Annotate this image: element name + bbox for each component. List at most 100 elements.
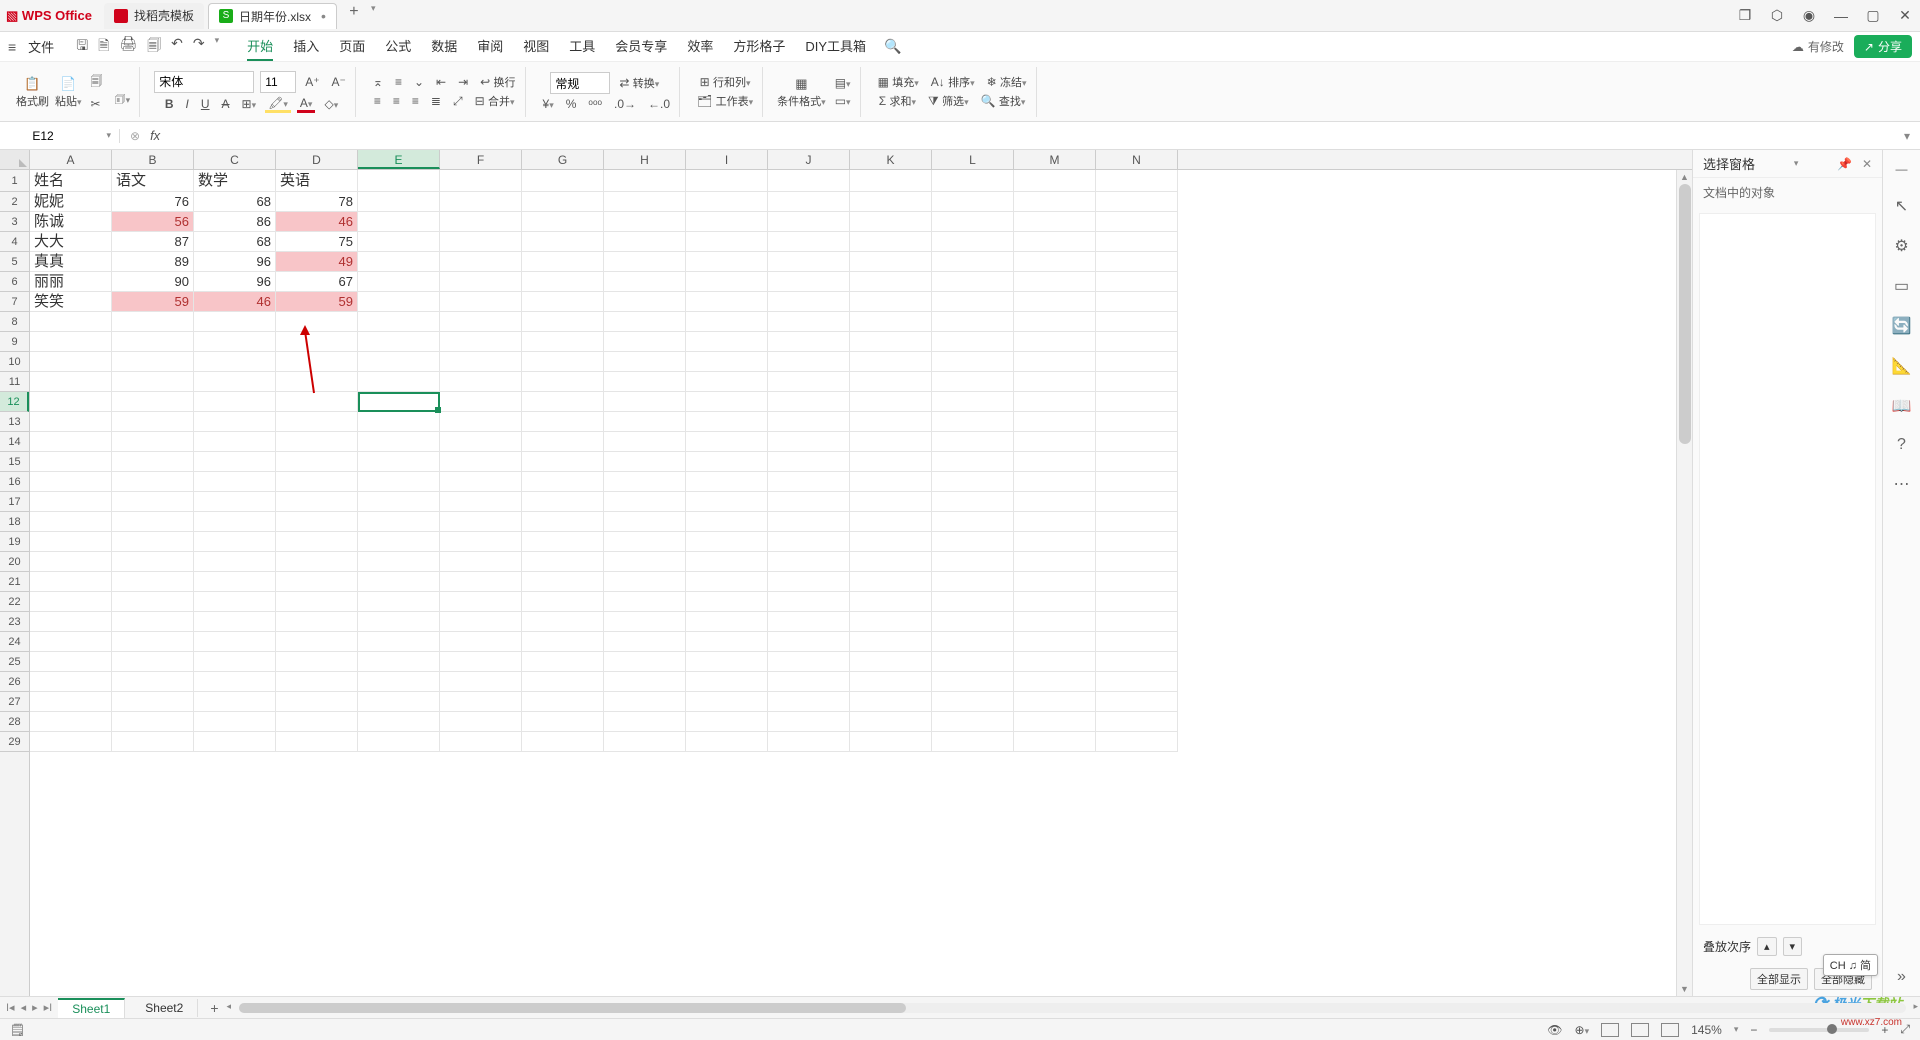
cell[interactable] [604, 412, 686, 432]
cell[interactable] [1014, 212, 1096, 232]
rail-collapse-icon[interactable]: » [1897, 968, 1906, 986]
cell[interactable] [1014, 552, 1096, 572]
zoom-slider[interactable] [1769, 1028, 1869, 1032]
cell[interactable] [1096, 352, 1178, 372]
cell[interactable] [194, 552, 276, 572]
cell[interactable] [440, 292, 522, 312]
cell[interactable] [768, 332, 850, 352]
cell[interactable] [686, 352, 768, 372]
cell[interactable] [850, 212, 932, 232]
cell[interactable] [1096, 232, 1178, 252]
cell[interactable] [932, 192, 1014, 212]
row-head-17[interactable]: 17 [0, 492, 29, 512]
cell[interactable]: 89 [112, 252, 194, 272]
name-box[interactable]: ▾ [0, 129, 120, 143]
clipboard-dropdown[interactable]: 🗊▾ [112, 90, 134, 111]
cell[interactable] [768, 652, 850, 672]
cell[interactable] [194, 672, 276, 692]
row-head-21[interactable]: 21 [0, 572, 29, 592]
cut-icon[interactable]: ✂ [88, 97, 106, 111]
col-head-I[interactable]: I [686, 150, 768, 169]
filter-icon[interactable]: ⧩ 筛选▾ [925, 93, 972, 109]
cell[interactable] [440, 332, 522, 352]
cell[interactable] [932, 732, 1014, 752]
cell[interactable] [604, 592, 686, 612]
cell[interactable] [358, 532, 440, 552]
cell[interactable] [768, 672, 850, 692]
cell[interactable] [1014, 512, 1096, 532]
cell[interactable] [522, 652, 604, 672]
cell[interactable] [1014, 170, 1096, 192]
cell[interactable] [686, 170, 768, 192]
copy-icon[interactable]: 🗐 [88, 72, 106, 93]
cell[interactable] [194, 372, 276, 392]
cell[interactable] [440, 632, 522, 652]
cell[interactable] [112, 672, 194, 692]
cell[interactable] [522, 272, 604, 292]
cell[interactable] [194, 332, 276, 352]
cell[interactable] [1096, 292, 1178, 312]
cell[interactable] [1096, 612, 1178, 632]
cell[interactable] [358, 592, 440, 612]
cell[interactable] [1014, 192, 1096, 212]
cell[interactable] [112, 532, 194, 552]
cell[interactable] [604, 572, 686, 592]
row-head-2[interactable]: 2 [0, 192, 29, 212]
currency-icon[interactable]: ¥▾ [540, 97, 557, 111]
cell[interactable] [1096, 652, 1178, 672]
cell[interactable] [686, 472, 768, 492]
sum-icon[interactable]: Σ 求和▾ [876, 93, 919, 109]
cell[interactable] [30, 492, 112, 512]
select-tool-icon[interactable]: ↖ [1895, 196, 1908, 216]
cell[interactable] [604, 512, 686, 532]
cell[interactable] [932, 392, 1014, 412]
cell[interactable] [850, 672, 932, 692]
cell[interactable] [194, 532, 276, 552]
cell[interactable] [1014, 592, 1096, 612]
cell[interactable] [768, 392, 850, 412]
cell[interactable] [194, 632, 276, 652]
view-break-icon[interactable] [1661, 1023, 1679, 1037]
cell[interactable] [276, 492, 358, 512]
cell[interactable] [768, 432, 850, 452]
cell[interactable] [850, 192, 932, 212]
cell[interactable] [932, 532, 1014, 552]
cloud-status[interactable]: ☁ 有修改 [1792, 38, 1844, 55]
ruler-icon[interactable]: 📐 [1892, 356, 1912, 376]
cell[interactable] [358, 572, 440, 592]
cell[interactable] [112, 612, 194, 632]
cell[interactable] [768, 732, 850, 752]
cell[interactable] [440, 170, 522, 192]
cell[interactable] [768, 192, 850, 212]
cell[interactable] [768, 512, 850, 532]
menu-tab-6[interactable]: 视图 [523, 32, 549, 61]
cell[interactable] [522, 432, 604, 452]
row-head-28[interactable]: 28 [0, 712, 29, 732]
condfmt-icon[interactable]: ▦ [792, 75, 810, 93]
cell[interactable] [112, 552, 194, 572]
cell[interactable] [1014, 372, 1096, 392]
cell[interactable] [768, 272, 850, 292]
user-avatar-icon[interactable]: ◉ [1800, 7, 1818, 24]
cell[interactable] [686, 692, 768, 712]
cell[interactable] [686, 572, 768, 592]
cell[interactable] [30, 532, 112, 552]
cell[interactable] [358, 432, 440, 452]
cell[interactable] [194, 472, 276, 492]
cell[interactable] [686, 412, 768, 432]
print-preview-icon[interactable]: 🗐 [147, 35, 161, 59]
cell[interactable] [276, 572, 358, 592]
cell[interactable] [30, 672, 112, 692]
cell[interactable]: 96 [194, 272, 276, 292]
rail-collapse-top[interactable]: — [1896, 162, 1908, 176]
cell[interactable] [358, 392, 440, 412]
row-head-16[interactable]: 16 [0, 472, 29, 492]
cell[interactable]: 59 [112, 292, 194, 312]
cell[interactable] [522, 252, 604, 272]
cell[interactable] [358, 170, 440, 192]
cell[interactable] [358, 692, 440, 712]
cell[interactable] [604, 612, 686, 632]
cell[interactable] [1096, 212, 1178, 232]
cell[interactable] [1096, 412, 1178, 432]
cell[interactable] [850, 512, 932, 532]
